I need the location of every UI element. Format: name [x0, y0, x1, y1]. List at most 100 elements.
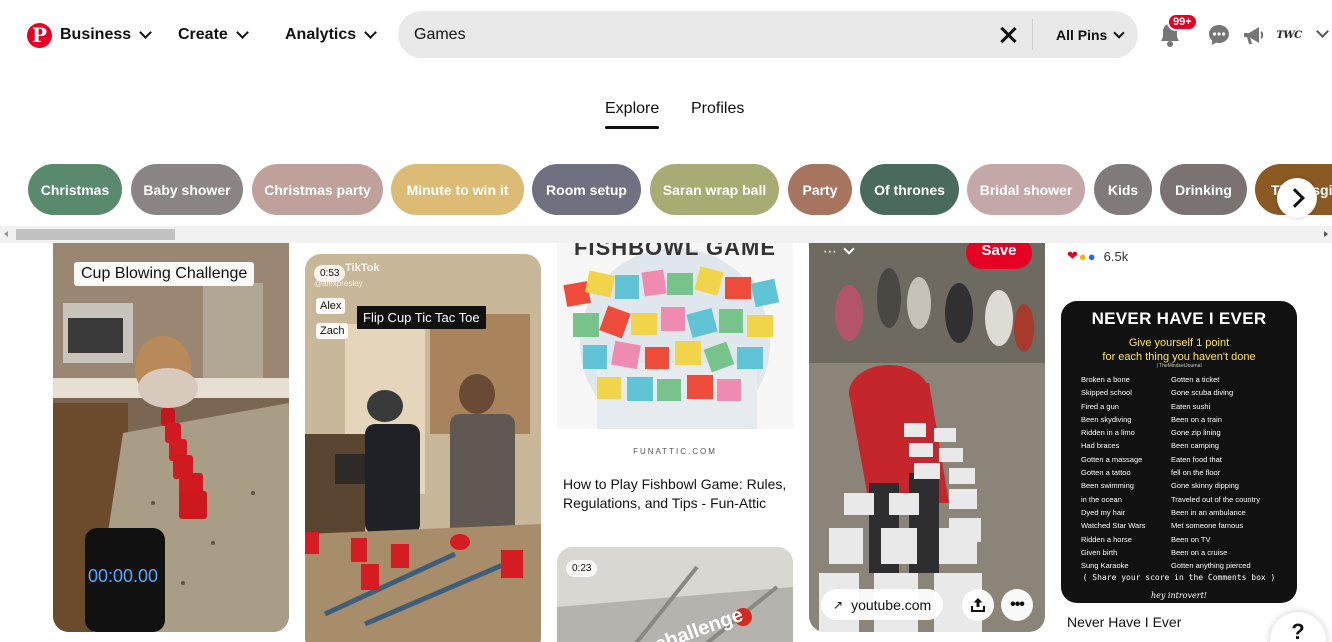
analytics-menu[interactable]: Analytics: [285, 22, 378, 48]
list-item: Been swimming: [1081, 481, 1134, 491]
pin-overlay-title: Flip Cup Tic Tac Toe: [357, 306, 486, 329]
nhie-subheading-line2: for each thing you haven't done: [1102, 351, 1256, 363]
list-item: Eaten food that: [1171, 454, 1222, 464]
pin-hand-foot-hopscotch[interactable]: ⋯ Save ↗ youtube.com •••: [809, 243, 1045, 632]
chevron-down-icon: [139, 25, 153, 39]
pin-image: [557, 243, 793, 463]
pin-flip-cup-tic-tac-toe[interactable]: 0:53 TikTok @alexpresley Alex Zach Flip …: [305, 254, 541, 642]
chevron-down-icon: [1113, 26, 1126, 39]
laugh-reaction-icon: ●: [1087, 248, 1096, 264]
list-item: Gotten a ticket: [1171, 375, 1220, 384]
search-input[interactable]: [414, 11, 974, 58]
list-item: Been on a train: [1171, 414, 1222, 424]
pin-fishbowl-game[interactable]: FISHBOWL GAME FUNATTIC.COM: [557, 243, 793, 463]
list-item: Fired a gun: [1081, 401, 1119, 411]
nhie-footer: ( Share your score in the Comments box ): [1082, 573, 1276, 582]
list-item: Been camping: [1171, 441, 1219, 451]
chip-drinking[interactable]: Drinking: [1160, 164, 1247, 215]
more-options-button[interactable]: •••: [1001, 589, 1033, 621]
business-menu[interactable]: Business: [60, 22, 153, 48]
scrollbar-thumb[interactable]: [16, 229, 175, 240]
create-menu[interactable]: Create: [178, 22, 249, 48]
account-avatar[interactable]: TWC: [1276, 23, 1302, 49]
reaction-count: 6.5k: [1103, 248, 1129, 264]
pin-filter-dropdown[interactable]: All Pins: [1056, 11, 1126, 58]
chip-bridal-shower[interactable]: Bridal shower: [967, 164, 1085, 215]
source-link-button[interactable]: ↗ youtube.com: [821, 589, 944, 620]
scroll-left-arrow-icon[interactable]: [4, 231, 8, 237]
pin-title-never-have-i-ever[interactable]: Never Have I Ever: [1067, 613, 1181, 632]
wow-reaction-icon: ●: [1078, 248, 1087, 264]
tiktok-handle: @alexpresley: [314, 279, 363, 288]
pin-cup-blowing-challenge[interactable]: Cup Blowing Challenge 00:00.00: [53, 243, 289, 632]
fishbowl-header: FISHBOWL GAME: [573, 243, 777, 260]
list-item: Been in an ambulance: [1171, 507, 1246, 517]
chip-kids[interactable]: Kids: [1094, 164, 1152, 215]
horizontal-scrollbar[interactable]: [0, 226, 1332, 243]
list-item: Been on TV: [1171, 534, 1211, 544]
chip-minute-to-win-it[interactable]: Minute to win it: [391, 164, 524, 215]
nhie-heading: NEVER HAVE I EVER: [1091, 309, 1267, 328]
share-icon: [971, 598, 985, 612]
more-dots-icon[interactable]: ⋯: [823, 243, 837, 260]
chip-baby-shower[interactable]: Baby shower: [131, 164, 243, 215]
updates-button[interactable]: [1242, 24, 1266, 46]
list-item: in the ocean: [1081, 494, 1122, 504]
chevron-down-icon: [235, 25, 249, 39]
account-chevron-down-icon[interactable]: [1316, 25, 1329, 38]
list-item: Sung Karaoke: [1081, 561, 1129, 571]
related-search-chips: Christmas Baby shower Christmas party Mi…: [0, 164, 1332, 216]
chip-christmas-party[interactable]: Christmas party: [252, 164, 383, 215]
video-duration: 0:23: [566, 560, 598, 577]
tab-profiles[interactable]: Profiles: [691, 100, 744, 118]
messages-button[interactable]: [1207, 23, 1231, 47]
share-button[interactable]: [962, 589, 994, 621]
chevron-down-icon: [364, 25, 378, 39]
chip-of-thrones[interactable]: Of thrones: [860, 164, 959, 215]
nhie-subheading: Give yourself 1 point for each thing you…: [1061, 336, 1297, 364]
save-button[interactable]: Save: [966, 243, 1032, 269]
pinterest-logo-icon[interactable]: P: [27, 23, 52, 48]
help-button[interactable]: ?: [1270, 612, 1326, 642]
overlay-tag-alex: Alex: [316, 298, 346, 314]
list-item: Given birth: [1081, 547, 1118, 557]
chip-saran-wrap-ball[interactable]: Saran wrap ball: [650, 164, 779, 215]
tiktok-watermark: TikTok: [345, 262, 380, 274]
list-item: Gotten a massage: [1081, 454, 1143, 464]
pin-title-fishbowl[interactable]: How to Play Fishbowl Game: Rules, Regula…: [563, 475, 793, 513]
nhie-left-list: Broken a bone Skipped school Fired a gun…: [1081, 373, 1145, 572]
search-divider: [1032, 19, 1033, 50]
arrow-up-right-icon: ↗: [833, 597, 844, 612]
tab-explore[interactable]: Explore: [605, 100, 660, 129]
speech-bubble-icon: [1209, 25, 1229, 45]
list-item: Dyed my hair: [1081, 507, 1126, 517]
pin-filter-label: All Pins: [1056, 26, 1108, 43]
chip-party[interactable]: Party: [788, 164, 852, 215]
chip-christmas[interactable]: Christmas: [28, 164, 122, 215]
create-menu-label: Create: [178, 26, 228, 43]
list-item: Been skydiving: [1081, 414, 1132, 424]
clear-search-icon[interactable]: [996, 23, 1020, 47]
list-item: Eaten sushi: [1171, 401, 1211, 411]
notification-count-badge: 99+: [1167, 13, 1198, 31]
list-item: Watched Star Wars: [1081, 521, 1146, 531]
source-link-label: youtube.com: [851, 596, 932, 613]
list-item: Had braces: [1081, 441, 1120, 451]
overlay-tag-zach: Zach: [316, 323, 349, 339]
chips-next-arrow-icon[interactable]: [1277, 178, 1317, 218]
scroll-right-arrow-icon[interactable]: [1324, 231, 1328, 237]
megaphone-icon: [1244, 27, 1264, 44]
heart-reaction-icon: ❤: [1067, 248, 1078, 263]
nhie-subheading-line1: Give yourself 1 point: [1128, 337, 1230, 349]
list-item: Gone skinny dipping: [1171, 481, 1239, 491]
chip-room-setup[interactable]: Room setup: [532, 164, 641, 215]
list-item: Been on a cruise: [1171, 547, 1228, 557]
pin-challenge-video[interactable]: 0:23 challenge: [557, 547, 793, 642]
stopwatch-readout: 00:00.00: [88, 566, 159, 586]
list-item: fell on the floor: [1171, 468, 1221, 478]
site-watermark: FUNATTIC.COM: [633, 447, 717, 456]
pin-never-have-i-ever[interactable]: NEVER HAVE I EVER Give yourself 1 point …: [1061, 301, 1297, 603]
search-bar: All Pins: [398, 11, 1138, 58]
list-item: Skipped school: [1081, 388, 1132, 398]
nhie-credit: | TheMindsetJournal: [1156, 363, 1202, 369]
